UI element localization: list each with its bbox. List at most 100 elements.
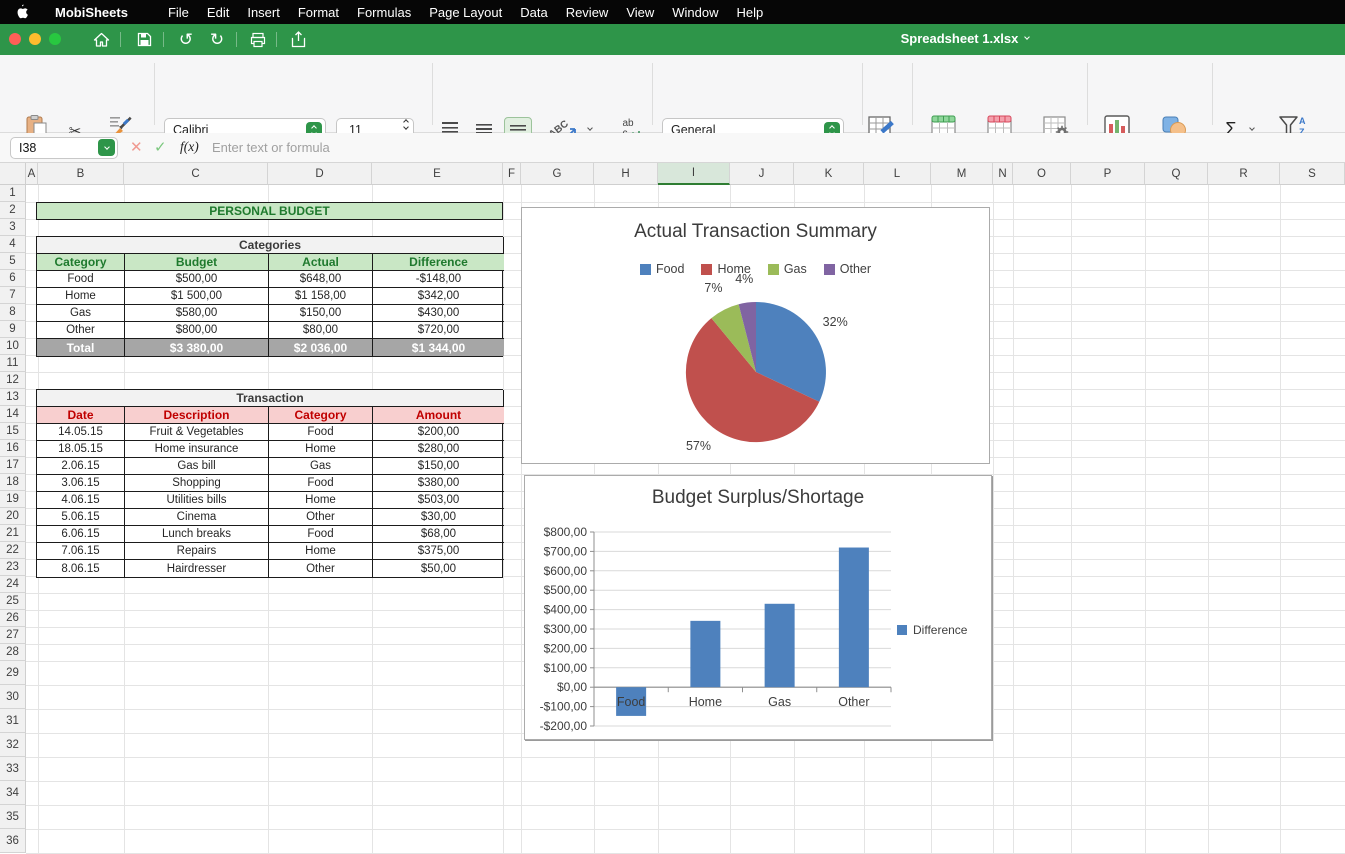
- bar-home[interactable]: [690, 621, 720, 687]
- row-header-3[interactable]: 3: [0, 219, 26, 236]
- column-header-H[interactable]: H: [594, 163, 658, 185]
- column-header-M[interactable]: M: [931, 163, 993, 185]
- categories-cell[interactable]: $720,00: [373, 322, 504, 339]
- undo-button[interactable]: ↺: [173, 27, 199, 52]
- row-header-8[interactable]: 8: [0, 304, 26, 321]
- row-header-19[interactable]: 19: [0, 491, 26, 508]
- cancel-entry-button[interactable]: ✕: [130, 138, 143, 156]
- menu-item-formulas[interactable]: Formulas: [348, 5, 420, 20]
- menu-item-mobisheets[interactable]: MobiSheets: [46, 5, 137, 20]
- row-header-15[interactable]: 15: [0, 423, 26, 440]
- column-header-C[interactable]: C: [124, 163, 268, 185]
- document-title[interactable]: Spreadsheet 1.xlsx: [880, 31, 1050, 46]
- transaction-cell[interactable]: Amount: [373, 407, 504, 424]
- row-header-20[interactable]: 20: [0, 508, 26, 525]
- pie-chart[interactable]: Actual Transaction Summary FoodHomeGasOt…: [521, 207, 990, 464]
- column-header-B[interactable]: B: [38, 163, 124, 185]
- transaction-cell[interactable]: Home: [269, 492, 373, 509]
- row-header-30[interactable]: 30: [0, 685, 26, 709]
- transaction-cell[interactable]: $68,00: [373, 526, 504, 543]
- menu-item-insert[interactable]: Insert: [238, 5, 289, 20]
- transaction-cell[interactable]: Date: [37, 407, 125, 424]
- row-header-13[interactable]: 13: [0, 389, 26, 406]
- transaction-cell[interactable]: Gas bill: [125, 458, 269, 475]
- row-header-1[interactable]: 1: [0, 185, 26, 202]
- transaction-cell[interactable]: Gas: [269, 458, 373, 475]
- categories-cell[interactable]: Category: [37, 254, 125, 271]
- row-header-16[interactable]: 16: [0, 440, 26, 457]
- column-header-A[interactable]: A: [26, 163, 38, 185]
- column-header-I[interactable]: I: [658, 163, 730, 185]
- categories-cell[interactable]: $580,00: [125, 305, 269, 322]
- row-header-2[interactable]: 2: [0, 202, 26, 219]
- row-header-35[interactable]: 35: [0, 805, 26, 829]
- menu-item-format[interactable]: Format: [289, 5, 348, 20]
- close-window-button[interactable]: [9, 33, 21, 45]
- column-header-J[interactable]: J: [730, 163, 794, 185]
- row-header-25[interactable]: 25: [0, 593, 26, 610]
- row-header-9[interactable]: 9: [0, 321, 26, 338]
- transaction-cell[interactable]: 4.06.15: [37, 492, 125, 509]
- formula-input[interactable]: [212, 135, 1332, 160]
- categories-cell[interactable]: $1 158,00: [269, 288, 373, 305]
- categories-title[interactable]: Categories: [37, 237, 504, 254]
- select-all-corner[interactable]: [0, 163, 26, 185]
- column-header-S[interactable]: S: [1280, 163, 1345, 185]
- menu-item-file[interactable]: File: [159, 5, 198, 20]
- row-header-24[interactable]: 24: [0, 576, 26, 593]
- transaction-cell[interactable]: $375,00: [373, 543, 504, 560]
- save-button[interactable]: [131, 27, 157, 52]
- transaction-cell[interactable]: 6.06.15: [37, 526, 125, 543]
- column-header-K[interactable]: K: [794, 163, 864, 185]
- transaction-cell[interactable]: Lunch breaks: [125, 526, 269, 543]
- row-header-34[interactable]: 34: [0, 781, 26, 805]
- categories-cell[interactable]: Food: [37, 271, 125, 288]
- column-header-P[interactable]: P: [1071, 163, 1145, 185]
- column-header-D[interactable]: D: [268, 163, 372, 185]
- transaction-cell[interactable]: 3.06.15: [37, 475, 125, 492]
- categories-cell[interactable]: Total: [37, 339, 125, 356]
- transaction-cell[interactable]: $380,00: [373, 475, 504, 492]
- spreadsheet-grid[interactable]: ABCDEFGHIJKLMNOPQRS123456789101112131415…: [0, 163, 1345, 854]
- categories-cell[interactable]: $800,00: [125, 322, 269, 339]
- menu-item-review[interactable]: Review: [557, 5, 618, 20]
- minimize-window-button[interactable]: [29, 33, 41, 45]
- categories-cell[interactable]: Home: [37, 288, 125, 305]
- transaction-cell[interactable]: Home: [269, 441, 373, 458]
- transaction-title[interactable]: Transaction: [37, 390, 504, 407]
- column-header-G[interactable]: G: [521, 163, 594, 185]
- row-header-32[interactable]: 32: [0, 733, 26, 757]
- categories-cell[interactable]: Other: [37, 322, 125, 339]
- categories-cell[interactable]: Gas: [37, 305, 125, 322]
- transaction-cell[interactable]: Hairdresser: [125, 560, 269, 577]
- transaction-cell[interactable]: $200,00: [373, 424, 504, 441]
- categories-cell[interactable]: $500,00: [125, 271, 269, 288]
- function-icon[interactable]: f(x): [180, 139, 199, 155]
- categories-cell[interactable]: Difference: [373, 254, 504, 271]
- row-header-14[interactable]: 14: [0, 406, 26, 423]
- categories-cell[interactable]: $1 344,00: [373, 339, 504, 356]
- transaction-cell[interactable]: 18.05.15: [37, 441, 125, 458]
- transaction-cell[interactable]: Description: [125, 407, 269, 424]
- row-header-7[interactable]: 7: [0, 287, 26, 304]
- transaction-cell[interactable]: 7.06.15: [37, 543, 125, 560]
- row-header-31[interactable]: 31: [0, 709, 26, 733]
- transaction-cell[interactable]: $503,00: [373, 492, 504, 509]
- transaction-cell[interactable]: Fruit & Vegetables: [125, 424, 269, 441]
- row-header-23[interactable]: 23: [0, 559, 26, 576]
- categories-cell[interactable]: $1 500,00: [125, 288, 269, 305]
- autosum-chevron-icon[interactable]: [1249, 125, 1255, 131]
- row-header-28[interactable]: 28: [0, 644, 26, 661]
- apple-menu-icon[interactable]: [14, 4, 29, 20]
- print-button[interactable]: [245, 27, 271, 52]
- menu-item-data[interactable]: Data: [511, 5, 556, 20]
- transaction-cell[interactable]: Food: [269, 526, 373, 543]
- row-header-33[interactable]: 33: [0, 757, 26, 781]
- bar-chart[interactable]: Budget Surplus/Shortage $800,00$700,00$6…: [524, 475, 992, 740]
- transaction-cell[interactable]: $30,00: [373, 509, 504, 526]
- orientation-chevron-icon[interactable]: [587, 125, 593, 131]
- confirm-entry-button[interactable]: ✓: [154, 138, 167, 156]
- column-header-E[interactable]: E: [372, 163, 503, 185]
- home-button[interactable]: [88, 27, 114, 52]
- transaction-cell[interactable]: Category: [269, 407, 373, 424]
